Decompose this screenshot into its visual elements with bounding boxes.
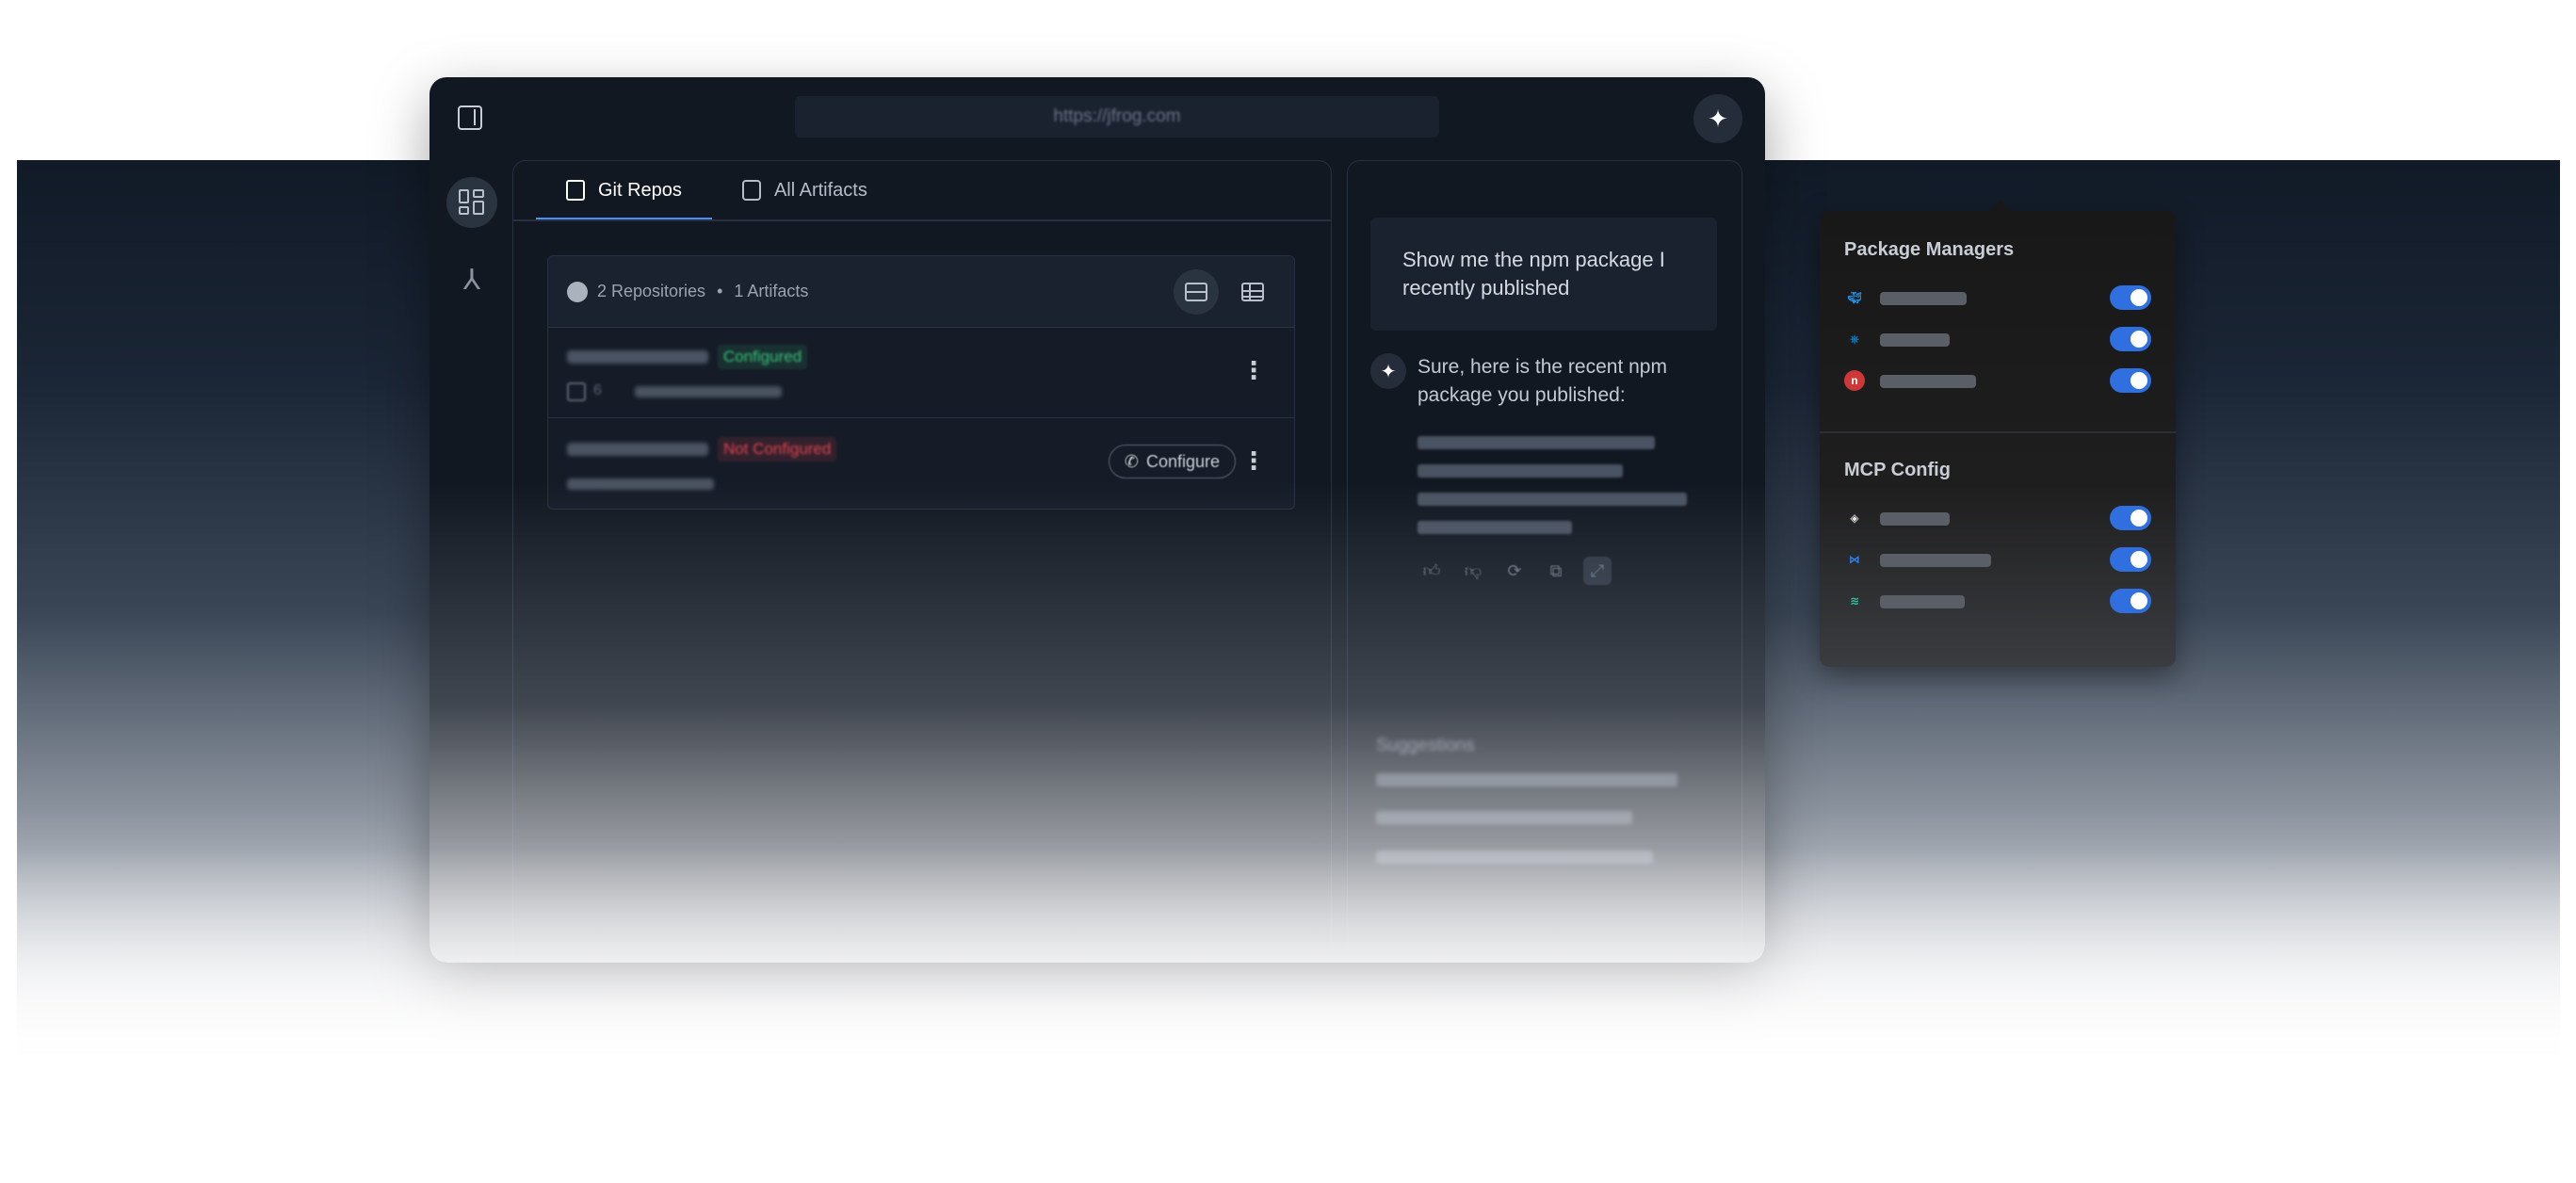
table-row[interactable]: Configured 6 ⋮ [548, 328, 1294, 418]
expand-icon[interactable]: ⤢ [1583, 557, 1612, 585]
list-view-icon [1185, 283, 1207, 301]
popover-divider [1820, 431, 2176, 433]
label-placeholder [1880, 292, 1967, 305]
user-message: Show me the npm package I recently publi… [1370, 218, 1717, 331]
docker-toggle[interactable] [2110, 285, 2151, 310]
integrations-popover: Package Managers 🐳︎ ⎈ n MCP Config ◈ ⋈ ≋ [1820, 200, 2176, 667]
mcp-config-row: ◈ [1844, 503, 2151, 531]
suggestions-title: Suggestions [1376, 736, 1475, 755]
thumbs-down-icon[interactable]: 👎︎ [1459, 557, 1487, 585]
tree-icon: ⅄ [462, 264, 481, 296]
label-placeholder [1880, 512, 1950, 526]
vscode-toggle[interactable] [2110, 547, 2151, 572]
table-view-icon [1241, 283, 1264, 301]
package-icon [567, 382, 586, 401]
windsurf-toggle[interactable] [2110, 589, 2151, 613]
tab-label: Git Repos [598, 179, 682, 201]
table-row[interactable]: Not Configured ✆ Configure ⋮ [548, 418, 1294, 509]
repositories-count: 2 Repositories [597, 282, 706, 300]
github-icon [567, 281, 588, 302]
response-line [1418, 464, 1623, 478]
thumbs-up-icon[interactable]: 👍︎ [1418, 557, 1446, 585]
tabs-divider [513, 219, 1331, 221]
book-icon [566, 180, 585, 201]
helm-icon: ⎈ [1850, 332, 1859, 346]
mcp-config-row: ≋ [1844, 586, 2151, 614]
copy-icon[interactable]: ⧉ [1542, 557, 1570, 585]
chat-panel: Show me the npm package I recently publi… [1347, 160, 1742, 963]
regenerate-icon[interactable]: ⟳ [1500, 557, 1529, 585]
mcp-config-title: MCP Config [1844, 460, 1951, 480]
tab-all-artifacts[interactable]: All Artifacts [712, 161, 898, 219]
list-view-button[interactable] [1174, 269, 1219, 315]
dashboard-icon [459, 189, 485, 216]
separator: • [717, 282, 723, 300]
label-placeholder [1880, 375, 1976, 388]
package-manager-row: ⎈ [1844, 324, 2151, 352]
package-count: 6 [593, 382, 602, 398]
page-fade [0, 848, 2576, 1183]
top-bar: https://jfrog.com ✦ [429, 77, 1765, 160]
cursor-toggle[interactable] [2110, 506, 2151, 530]
app-window: https://jfrog.com ✦ ⅄ Git Repos All Arti… [429, 77, 1765, 963]
dashboard-nav-button[interactable] [446, 177, 497, 228]
package-manager-row: 🐳︎ [1844, 283, 2151, 311]
npm-icon: n [1844, 370, 1865, 391]
vscode-icon: ⋈ [1849, 553, 1860, 566]
configure-label: Configure [1145, 451, 1220, 471]
status-badge: Not Configured [718, 437, 837, 462]
suggestion-item[interactable] [1376, 811, 1632, 824]
suggestion-item[interactable] [1376, 773, 1677, 786]
more-options-icon[interactable]: ⋮ [1241, 358, 1266, 382]
assistant-message: Sure, here is the recent npm package you… [1418, 356, 1667, 406]
sidebar-toggle-icon[interactable] [458, 105, 482, 130]
artifacts-count: 1 Artifacts [734, 282, 809, 300]
url-bar[interactable]: https://jfrog.com [795, 96, 1439, 138]
npm-toggle[interactable] [2110, 368, 2151, 393]
label-placeholder [1880, 595, 1965, 608]
sparkle-icon: ✦ [1370, 353, 1406, 389]
tab-label: All Artifacts [773, 179, 867, 201]
repo-meta-placeholder [567, 478, 714, 490]
label-placeholder [1880, 554, 1991, 567]
message-actions: 👍︎ 👎︎ ⟳ ⧉ ⤢ [1418, 557, 1612, 585]
phone-icon: ✆ [1124, 451, 1139, 471]
view-toggle-group [1174, 269, 1275, 315]
status-badge: Configured [718, 345, 808, 369]
repo-meta-placeholder [635, 386, 782, 397]
more-options-icon[interactable]: ⋮ [1241, 448, 1266, 473]
tab-git-repos[interactable]: Git Repos [536, 161, 712, 220]
label-placeholder [1880, 333, 1950, 347]
repositories-header: 2 Repositories • 1 Artifacts [548, 256, 1294, 328]
tab-bar: Git Repos All Artifacts [536, 161, 898, 220]
response-line [1418, 493, 1687, 506]
repo-name-placeholder [567, 443, 708, 456]
cursor-icon: ◈ [1850, 511, 1859, 525]
response-line [1418, 521, 1572, 534]
url-text: https://jfrog.com [1053, 106, 1181, 126]
content-panel: Git Repos All Artifacts 2 Repositories •… [512, 160, 1332, 963]
response-line [1418, 436, 1655, 449]
package-manager-row: n [1844, 365, 2151, 394]
helm-toggle[interactable] [2110, 327, 2151, 351]
configure-button[interactable]: ✆ Configure [1108, 445, 1236, 478]
package-managers-title: Package Managers [1844, 239, 2015, 260]
ai-assistant-button[interactable]: ✦ [1693, 94, 1742, 143]
windsurf-icon: ≋ [1849, 594, 1860, 608]
pipelines-nav-button[interactable]: ⅄ [446, 254, 497, 305]
docker-icon: 🐳︎ [1847, 291, 1862, 304]
repositories-card: 2 Repositories • 1 Artifacts Configured … [547, 255, 1295, 510]
repo-name-placeholder [567, 350, 708, 364]
sparkle-icon: ✦ [1708, 104, 1728, 133]
table-view-button[interactable] [1230, 269, 1275, 315]
left-rail: ⅄ [429, 160, 512, 914]
package-icon [741, 180, 761, 201]
mcp-config-row: ⋈ [1844, 544, 2151, 573]
